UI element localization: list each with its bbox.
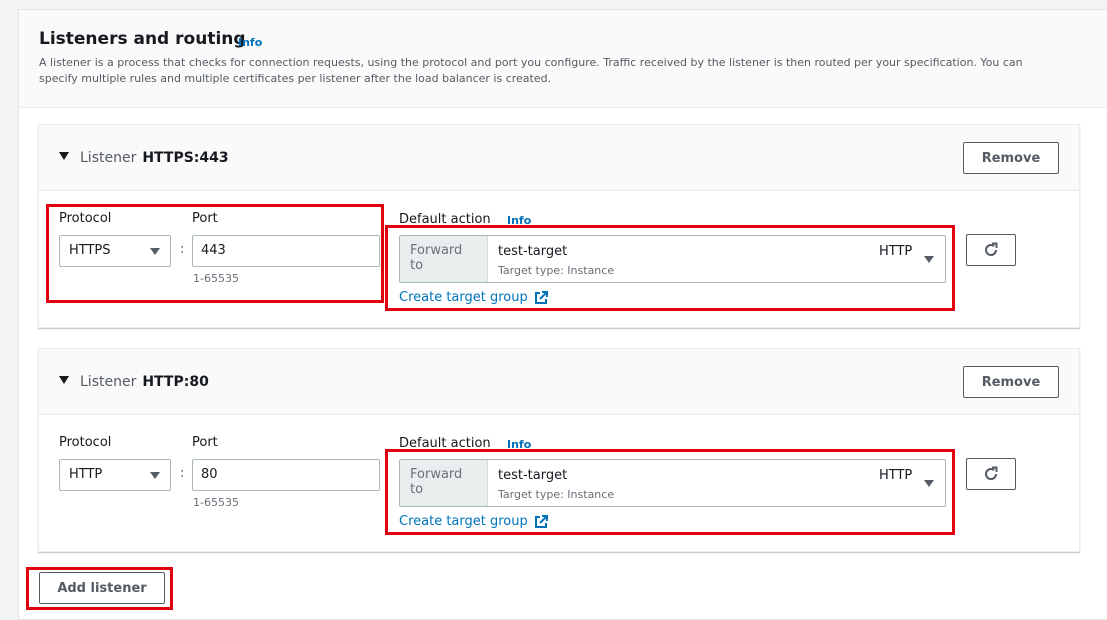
port-input[interactable]: 80 — [192, 459, 380, 491]
protocol-label: Protocol — [59, 435, 112, 450]
protocol-select[interactable]: HTTPS — [59, 235, 171, 267]
listener-prefix: Listener — [80, 374, 137, 390]
remove-listener-button[interactable]: Remove — [963, 142, 1059, 174]
section-title: Listeners and routing — [39, 29, 246, 49]
listener-title: Listener HTTP:80 — [80, 374, 209, 390]
colon-separator: : — [180, 466, 185, 481]
default-action-info-link[interactable]: Info — [507, 438, 531, 451]
external-link-icon — [534, 290, 548, 304]
listener-title: Listener HTTPS:443 — [80, 150, 229, 166]
forward-to-label: Forward to — [400, 236, 488, 282]
port-hint: 1-65535 — [193, 496, 239, 509]
port-label: Port — [192, 211, 218, 226]
protocol-value: HTTP — [69, 467, 103, 482]
target-group-type: Target type: Instance — [498, 264, 615, 277]
default-action-select[interactable]: Forward to test-target Target type: Inst… — [399, 459, 946, 507]
external-link-icon — [534, 514, 548, 528]
refresh-button[interactable] — [966, 234, 1016, 266]
listener-header: Listener HTTPS:443 Remove — [39, 125, 1079, 191]
forward-to-label: Forward to — [400, 460, 488, 506]
section-description: A listener is a process that checks for … — [39, 56, 1023, 85]
create-target-group-link[interactable]: Create target group — [399, 514, 548, 529]
target-group-name: test-target — [498, 468, 568, 483]
protocol-select[interactable]: HTTP — [59, 459, 171, 491]
add-listener-button[interactable]: Add listener — [39, 572, 165, 604]
refresh-icon — [985, 242, 998, 256]
target-group-type: Target type: Instance — [498, 488, 615, 501]
colon-separator: : — [180, 242, 185, 257]
refresh-button[interactable] — [966, 458, 1016, 490]
listener-card-http: Listener HTTP:80 Remove Protocol HTTP : P… — [38, 348, 1080, 552]
target-group-protocol: HTTP — [879, 244, 913, 259]
dropdown-arrow-icon — [150, 472, 160, 479]
create-target-group-link[interactable]: Create target group — [399, 290, 548, 305]
listener-prefix: Listener — [80, 150, 137, 166]
default-action-label: Default action — [399, 436, 491, 451]
protocol-value: HTTPS — [69, 243, 111, 258]
panel-header: Listeners and routing Info A listener is… — [19, 10, 1107, 108]
listener-name: HTTP:80 — [142, 374, 209, 390]
section-info-link[interactable]: Info — [238, 36, 262, 49]
remove-listener-button[interactable]: Remove — [963, 366, 1059, 398]
default-action-label: Default action — [399, 212, 491, 227]
listener-header: Listener HTTP:80 Remove — [39, 349, 1079, 415]
port-hint: 1-65535 — [193, 272, 239, 285]
dropdown-arrow-icon — [924, 256, 934, 263]
dropdown-arrow-icon — [924, 480, 934, 487]
caret-down-icon[interactable] — [59, 376, 69, 384]
default-action-info-link[interactable]: Info — [507, 214, 531, 227]
port-label: Port — [192, 435, 218, 450]
port-input[interactable]: 443 — [192, 235, 380, 267]
listener-card-https: Listener HTTPS:443 Remove Protocol HTTPS … — [38, 124, 1080, 328]
protocol-label: Protocol — [59, 211, 112, 226]
caret-down-icon[interactable] — [59, 152, 69, 160]
listener-name: HTTPS:443 — [142, 150, 229, 166]
default-action-select[interactable]: Forward to test-target Target type: Inst… — [399, 235, 946, 283]
dropdown-arrow-icon — [150, 248, 160, 255]
target-group-name: test-target — [498, 244, 568, 259]
create-target-group-label: Create target group — [399, 514, 528, 529]
create-target-group-label: Create target group — [399, 290, 528, 305]
refresh-icon — [985, 466, 998, 480]
target-group-protocol: HTTP — [879, 468, 913, 483]
